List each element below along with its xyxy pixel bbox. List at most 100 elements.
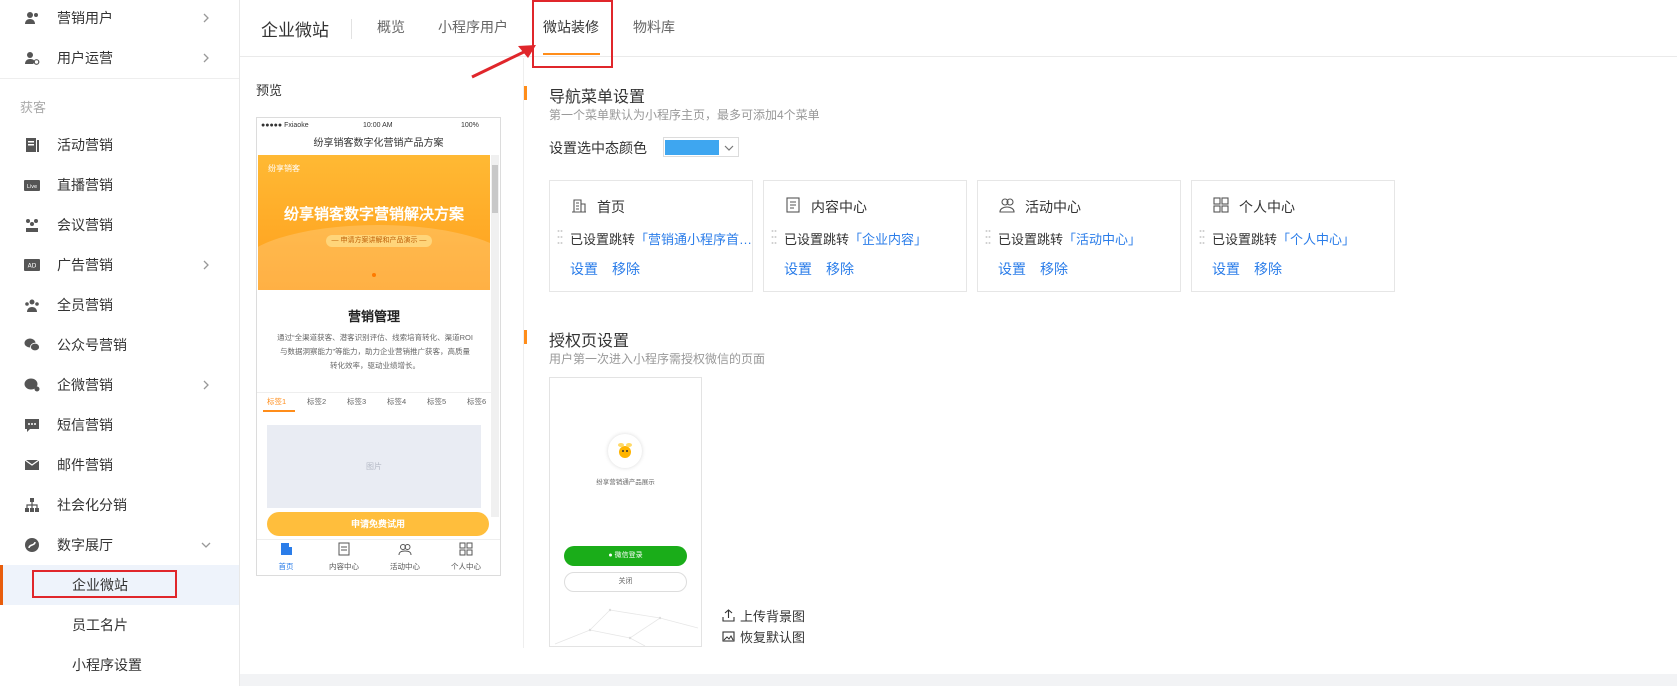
color-swatch xyxy=(665,140,719,155)
sidebar-item-team[interactable]: 全员营销 xyxy=(0,285,239,325)
card-title: 内容中心 xyxy=(811,199,867,215)
chevron-right-icon xyxy=(203,53,209,63)
banner-title: 纷享销客数字营销解决方案 xyxy=(283,206,464,223)
users-icon xyxy=(24,10,40,26)
sidebar-item-showroom[interactable]: 数字展厅 xyxy=(0,525,239,565)
sidebar-item-live[interactable]: Live 直播营销 xyxy=(0,165,239,205)
sidebar-item-wechat[interactable]: 公众号营销 xyxy=(0,325,239,365)
chevron-down-icon xyxy=(724,145,734,151)
header-divider xyxy=(351,19,352,39)
showroom-icon xyxy=(24,537,40,553)
phone-tab-3[interactable]: 标签3 xyxy=(347,396,366,407)
phone-tab-underline xyxy=(263,410,295,412)
drag-handle-icon[interactable] xyxy=(557,229,563,245)
bottom-nav-label: 内容中心 xyxy=(329,562,359,571)
bottom-nav-home[interactable]: 首页 xyxy=(271,542,301,572)
chevron-right-icon xyxy=(203,380,209,390)
card-title: 活动中心 xyxy=(1025,199,1081,215)
sidebar-item-label: 营销用户 xyxy=(57,10,113,26)
cta-button[interactable]: 申请免费试用 xyxy=(267,512,489,536)
bottom-nav-label: 个人中心 xyxy=(451,562,481,571)
highlight-box-sidebar xyxy=(32,570,177,598)
jump-target-link[interactable]: 「营销通小程序首… xyxy=(635,232,752,247)
tab-materials[interactable]: 物料库 xyxy=(633,17,675,37)
tab-overview[interactable]: 概览 xyxy=(377,17,405,37)
color-picker[interactable] xyxy=(663,137,739,157)
section-text: 通过“全渠道获客、潜客识别评估、线索培育转化、渠道ROI与数据洞察能力”等能力，… xyxy=(277,333,473,370)
grid-icon xyxy=(1213,197,1229,213)
color-label: 设置选中态颜色 xyxy=(549,140,647,156)
drag-handle-icon[interactable] xyxy=(985,229,991,245)
jump-target-link[interactable]: 「个人中心」 xyxy=(1277,232,1355,247)
nav-section-title: 导航菜单设置 xyxy=(549,89,646,106)
phone-tabs-line xyxy=(257,392,491,393)
sidebar-item-label: 用户运营 xyxy=(57,50,113,66)
chevron-right-icon xyxy=(203,13,209,23)
set-button[interactable]: 设置 xyxy=(784,259,812,279)
jump-target-link[interactable]: 「活动中心」 xyxy=(1063,232,1141,247)
upload-icon xyxy=(722,609,735,622)
banner-dot xyxy=(372,273,376,277)
phone-tab-5[interactable]: 标签5 xyxy=(427,396,446,407)
drag-handle-icon[interactable] xyxy=(1199,229,1205,245)
section-title: 营销管理 xyxy=(347,309,400,324)
bee-logo-icon xyxy=(618,443,632,458)
sidebar-subitem-employee-card[interactable]: 员工名片 xyxy=(0,605,239,645)
wechat-login-button[interactable]: ● 微信登录 xyxy=(564,546,687,566)
drag-handle-icon[interactable] xyxy=(771,229,777,245)
activity-icon xyxy=(24,137,40,153)
set-button[interactable]: 设置 xyxy=(998,259,1026,279)
sidebar-item-distribution[interactable]: 社会化分销 xyxy=(0,485,239,525)
section-accent-bar xyxy=(524,86,527,100)
content-icon xyxy=(338,542,350,556)
document-icon xyxy=(786,197,800,213)
sidebar-item-ad[interactable]: AD 广告营销 xyxy=(0,245,239,285)
remove-button[interactable]: 移除 xyxy=(1254,259,1282,279)
phone-scrollbar[interactable] xyxy=(491,155,499,517)
sidebar-item-label: 会议营销 xyxy=(57,217,113,233)
sidebar-item-mail[interactable]: 邮件营销 xyxy=(0,445,239,485)
remove-button[interactable]: 移除 xyxy=(612,259,640,279)
phone-tab-2[interactable]: 标签2 xyxy=(307,396,326,407)
bottom-nav-personal[interactable]: 个人中心 xyxy=(448,542,484,572)
phone-tab-4[interactable]: 标签4 xyxy=(387,396,406,407)
status-battery: 100% xyxy=(461,122,479,129)
phone-tab-1[interactable]: 标签1 xyxy=(267,396,286,407)
auth-page-preview: 纷享营销通产品展示 ● 微信登录 关闭 xyxy=(549,377,702,647)
sidebar-item-label: 短信营销 xyxy=(57,417,113,433)
restore-default-button[interactable]: 恢复默认图 xyxy=(722,627,805,646)
sidebar-item-user-ops[interactable]: 用户运营 xyxy=(0,38,239,78)
auth-section-desc: 用户第一次进入小程序需授权微信的页面 xyxy=(549,352,766,366)
nav-card-personal: 个人中心 已设置跳转「个人中心」 设置 移除 xyxy=(1191,180,1395,292)
sidebar-divider xyxy=(0,78,239,79)
scrollbar-thumb[interactable] xyxy=(492,165,498,213)
sidebar-item-meeting[interactable]: 会议营销 xyxy=(0,205,239,245)
bottom-nav-activity[interactable]: 活动中心 xyxy=(387,542,423,572)
sidebar-item-activity[interactable]: 活动营销 xyxy=(0,125,239,165)
sidebar-item-sms[interactable]: 短信营销 xyxy=(0,405,239,445)
sidebar-item-label: 社会化分销 xyxy=(57,497,127,513)
set-button[interactable]: 设置 xyxy=(1212,259,1240,279)
wechat-login-label: 微信登录 xyxy=(614,552,643,559)
upload-bg-label: 上传背景图 xyxy=(740,609,806,624)
card-title: 首页 xyxy=(597,199,625,215)
sidebar-item-wecom[interactable]: 企微营销 xyxy=(0,365,239,405)
banner-subtitle: — 申请方案讲解和产品演示 — xyxy=(326,235,432,247)
sidebar-subitem-miniapp-settings[interactable]: 小程序设置 xyxy=(0,645,239,685)
chevron-right-icon xyxy=(203,260,209,270)
section-accent-bar xyxy=(524,330,527,344)
bottom-nav-line xyxy=(257,539,500,540)
bottom-nav-content[interactable]: 内容中心 xyxy=(326,542,362,572)
user-gear-icon xyxy=(24,50,40,66)
remove-button[interactable]: 移除 xyxy=(826,259,854,279)
set-button[interactable]: 设置 xyxy=(570,259,598,279)
card-jump-text: 已设置跳转「活动中心」 xyxy=(998,229,1141,248)
upload-bg-button[interactable]: 上传背景图 xyxy=(722,606,805,625)
remove-button[interactable]: 移除 xyxy=(1040,259,1068,279)
tab-miniapp-users[interactable]: 小程序用户 xyxy=(438,17,508,37)
jump-target-link[interactable]: 「企业内容」 xyxy=(849,232,927,247)
phone-tab-6[interactable]: 标签6 xyxy=(467,396,486,407)
auth-close-button[interactable]: 关闭 xyxy=(564,572,687,592)
people-icon xyxy=(999,198,1015,213)
sidebar-item-marketing-users[interactable]: 营销用户 xyxy=(0,0,239,38)
